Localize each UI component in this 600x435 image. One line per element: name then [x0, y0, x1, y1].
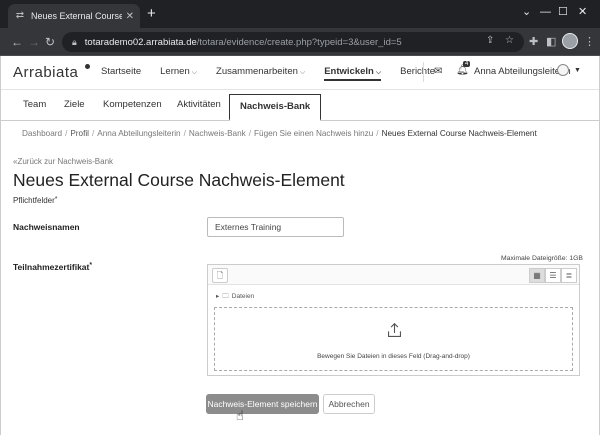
evidence-name-input[interactable] — [207, 217, 344, 237]
sidepanel-icon[interactable]: ◧ — [546, 35, 556, 49]
close-tab-icon[interactable]: ✕ — [126, 11, 134, 22]
nav-item-lernen[interactable]: Lernen ⌵ — [160, 66, 197, 81]
nav-item-startseite[interactable]: Startseite — [101, 66, 141, 81]
page-title: Neues External Course Nachweis-Element — [13, 170, 345, 190]
breadcrumb-current: Neues External Course Nachweis-Element — [381, 129, 537, 138]
browser-toolbar: ← → ↻ 🔒︎ totarademo02.arrabiata.de/totar… — [0, 28, 600, 56]
required-asterisk: * — [54, 196, 58, 203]
file-path: ▸ 🗀︎ Dateien — [216, 292, 254, 303]
chevron-down-icon: ⌵ — [299, 69, 306, 76]
nav-item-entwickeln[interactable]: Entwickeln ⌵ — [324, 66, 382, 81]
extension-icon[interactable]: ✚ — [529, 35, 538, 49]
message-icon[interactable]: ✉ — [434, 66, 442, 77]
tab-nachweis-bank[interactable]: Nachweis-Bank — [229, 94, 322, 121]
nav-item-berichte[interactable]: Berichte — [400, 66, 435, 81]
folder-icon: 🗀︎ — [222, 293, 229, 300]
browser-tab-bar: ⇄ Neues External Course Nachwe ✕ + ⌄ — ☐… — [0, 0, 600, 28]
minimize-icon[interactable]: — — [540, 6, 551, 18]
notification-badge: 4 — [463, 61, 471, 67]
back-arrow-icon[interactable]: ← — [11, 35, 23, 49]
required-fields-note: Pflichtfelder* — [13, 196, 58, 205]
tab-title: Neues External Course Nachwe — [31, 11, 122, 21]
chevron-down-icon: ⌵ — [191, 69, 198, 76]
header-divider — [423, 62, 424, 82]
close-window-icon[interactable]: ✕ — [578, 6, 587, 18]
tree-view-icon[interactable]: ≣ — [561, 268, 577, 283]
tab-ziele[interactable]: Ziele — [64, 99, 85, 110]
breadcrumb: Dashboard / Profil / Anna Abteilungsleiterin… — [22, 129, 537, 138]
folder-label[interactable]: Dateien — [232, 293, 254, 300]
save-evidence-button[interactable]: Nachweis-Element speichern — [206, 394, 319, 414]
breadcrumb-profil[interactable]: Profil — [70, 129, 89, 138]
hand-cursor-icon: ☝︎ — [236, 408, 244, 423]
site-header: Arrabiata Startseite Lernen ⌵ Zusammenarb… — [1, 56, 599, 90]
drop-zone[interactable]: Bewegen Sie Dateien in dieses Feld (Drag… — [214, 307, 573, 371]
drop-zone-text: Bewegen Sie Dateien in dieses Feld (Drag… — [317, 353, 470, 360]
list-view-icon[interactable]: ☰ — [545, 268, 561, 283]
breadcrumb-user[interactable]: Anna Abteilungsleiterin — [97, 129, 180, 138]
chevron-down-icon[interactable]: ⌄ — [522, 6, 531, 18]
upload-icon — [387, 322, 402, 338]
required-asterisk: * — [89, 262, 93, 269]
breadcrumb-nachweis-bank[interactable]: Nachweis-Bank — [189, 129, 246, 138]
maximize-icon[interactable]: ☐ — [558, 6, 568, 18]
breadcrumb-dashboard[interactable]: Dashboard — [22, 129, 62, 138]
back-to-bank-link[interactable]: «Zurück zur Nachweis-Bank — [13, 157, 113, 166]
address-bar[interactable]: 🔒︎ totarademo02.arrabiata.de/totara/evid… — [62, 32, 524, 52]
reload-icon[interactable]: ↻ — [45, 35, 55, 49]
nav-item-zusammenarbeiten[interactable]: Zusammenarbeiten ⌵ — [216, 66, 305, 81]
profile-icon[interactable] — [562, 33, 578, 49]
max-file-size: Maximale Dateigröße: 1GB — [501, 255, 583, 262]
breadcrumb-add-evidence[interactable]: Fügen Sie einen Nachweis hinzu — [254, 129, 373, 138]
cancel-button[interactable]: Abbrechen — [323, 394, 375, 414]
name-label: Nachweisnamen — [13, 222, 80, 232]
star-icon[interactable]: ☆ — [505, 35, 514, 46]
new-tab-icon[interactable]: + — [147, 6, 156, 22]
chevron-down-icon[interactable]: ▼ — [574, 67, 581, 74]
certificate-label: Teilnahmezertifikat* — [13, 262, 93, 272]
file-picker-toolbar: 🗋︎ ▦ ☰ ≣ — [208, 265, 579, 285]
site-logo[interactable]: Arrabiata — [13, 64, 78, 81]
add-file-icon[interactable]: 🗋︎ — [212, 268, 228, 283]
share-icon[interactable]: ⇪ — [486, 35, 494, 46]
grid-view-icon[interactable]: ▦ — [529, 268, 545, 283]
avatar[interactable] — [557, 64, 569, 76]
browser-tab[interactable]: ⇄ Neues External Course Nachwe ✕ — [8, 4, 140, 28]
chevron-down-icon: ⌵ — [375, 69, 382, 76]
expand-arrow-icon[interactable]: ▸ — [216, 293, 219, 300]
main-nav: Startseite Lernen ⌵ Zusammenarbeiten ⌵ Ent… — [101, 66, 454, 81]
tab-kompetenzen[interactable]: Kompetenzen — [103, 99, 162, 110]
file-picker: 🗋︎ ▦ ☰ ≣ ▸ 🗀︎ Dateien Bewegen Sie Dateien … — [207, 264, 580, 376]
page-content: Arrabiata Startseite Lernen ⌵ Zusammenarb… — [0, 56, 600, 435]
logo-dot — [85, 64, 90, 69]
menu-icon[interactable]: ⋮ — [584, 35, 595, 49]
lock-icon[interactable]: 🔒︎ — [72, 37, 77, 48]
forward-arrow-icon[interactable]: → — [28, 35, 40, 49]
tab-team[interactable]: Team — [23, 99, 46, 110]
site-favicon-icon: ⇄ — [15, 10, 25, 21]
sub-navigation: Team Ziele Kompetenzen Aktivitäten Nachw… — [1, 91, 599, 121]
url-text: totarademo02.arrabiata.de/totara/evidenc… — [84, 36, 402, 48]
tab-aktivitaeten[interactable]: Aktivitäten — [177, 99, 221, 110]
